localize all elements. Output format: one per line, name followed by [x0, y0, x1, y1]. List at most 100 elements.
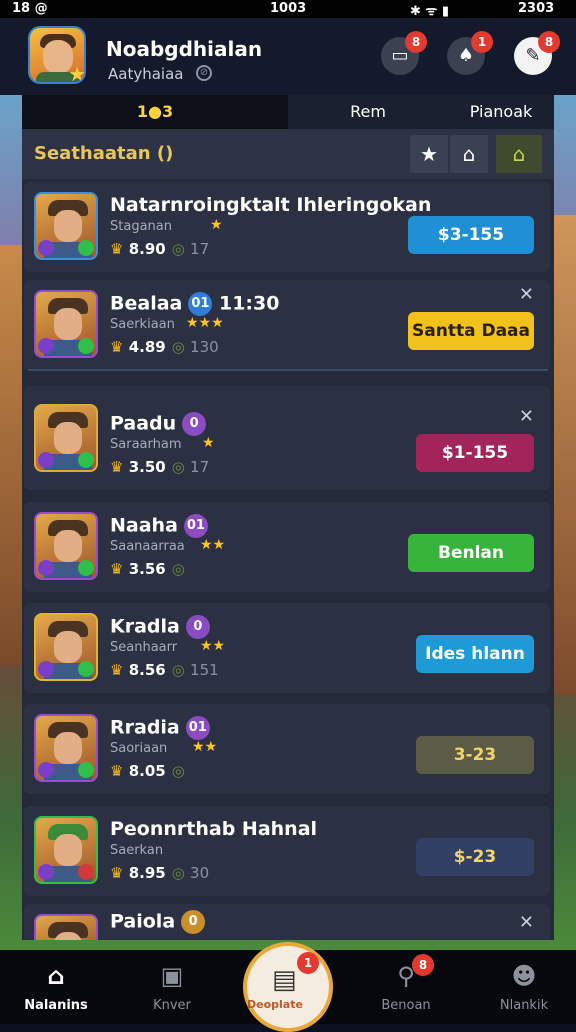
- gem-icon: [78, 661, 94, 677]
- status-icons: ✱ ᯤ ▮: [410, 4, 449, 19]
- chest-badge: 1: [297, 952, 319, 974]
- item-count: 17: [190, 240, 210, 258]
- close-icon[interactable]: ✕: [519, 406, 534, 427]
- feather-badge: 8: [538, 31, 560, 53]
- coin-icon: ◎: [171, 240, 185, 258]
- action-button[interactable]: Ides hlann: [416, 635, 534, 673]
- item-subtitle: Saerkan: [110, 843, 164, 858]
- gem-icon: [38, 864, 54, 880]
- item-count: 130: [190, 338, 219, 356]
- list-item[interactable]: Paadu 0 Saraarham ★ ♛ 3.50 ◎ 17 ✕ $1-155: [24, 386, 550, 490]
- list-panel: Seathaatan () ★ ⌂ ⌂ Natarnroingktalt Ihl…: [22, 129, 554, 940]
- tab-bar: 1●3 Rem Pianoak: [22, 95, 554, 129]
- item-stats: ♛ 8.05 ◎: [110, 762, 185, 780]
- nav-label: Nlankik: [499, 998, 549, 1013]
- list-item[interactable]: Peonnrthab Hahnal Saerkan ♛ 8.95 ◎ 30 $-2…: [24, 806, 550, 896]
- filter-home-button[interactable]: ⌂: [450, 135, 488, 173]
- action-button[interactable]: $-23: [416, 838, 534, 876]
- list-item[interactable]: Naaha 01 Saanaarraa ★★ ♛ 3.56 ◎ Benlan: [24, 502, 550, 592]
- nav-item-home[interactable]: ⌂ Nalanins: [6, 950, 106, 1024]
- item-stats: ♛ 3.56 ◎: [110, 560, 185, 578]
- list-item[interactable]: Natarnroingktalt Ihleringokan Staganan ★…: [24, 182, 550, 272]
- portrait-face: [54, 631, 82, 663]
- item-name: Paiola: [110, 910, 176, 933]
- action-button[interactable]: Benlan: [408, 534, 534, 572]
- crown-icon: ♛: [110, 338, 124, 356]
- gem-icon: [78, 452, 94, 468]
- list-item[interactable]: Bealaa 01 11:30 Saerkiaan ★★★ ♛ 4.89 ◎ 130…: [24, 280, 550, 370]
- item-score: 3.56: [128, 560, 166, 578]
- coin-icon: ◎: [171, 661, 185, 679]
- character-portrait: [34, 914, 98, 940]
- item-stats: ♛ 4.89 ◎ 130: [110, 338, 219, 356]
- list-item[interactable]: Kradla 0 Seanhaarr ★★ ♛ 8.56 ◎ 151 Ides hl…: [24, 603, 550, 693]
- close-icon[interactable]: ✕: [519, 284, 534, 305]
- gem-icon: [78, 338, 94, 354]
- filter-house-button[interactable]: ⌂: [496, 135, 542, 173]
- portrait-face: [54, 834, 82, 866]
- item-subtitle: Saoriaan: [110, 741, 168, 756]
- filter-star-button[interactable]: ★: [410, 135, 448, 173]
- action-button[interactable]: $1-155: [416, 434, 534, 472]
- portrait-face: [54, 308, 82, 340]
- item-name-line: Kradla 0: [110, 615, 210, 639]
- item-name-line: Rradia 01: [110, 716, 210, 740]
- item-time: 11:30: [218, 292, 280, 315]
- tab-pianoak[interactable]: Pianoak: [448, 95, 554, 129]
- list-item[interactable]: Paiola 0 ✕: [24, 904, 550, 940]
- house-icon: ⌂: [512, 142, 526, 166]
- item-count: 30: [190, 864, 210, 882]
- level-badge: 01: [185, 716, 210, 740]
- portrait-face: [54, 422, 82, 454]
- item-subtitle: Seanhaarr: [110, 640, 178, 655]
- feather-button[interactable]: ✎ 8: [514, 31, 560, 75]
- star-rating: ★★: [192, 739, 218, 755]
- status-right: 2303: [518, 1, 555, 16]
- panel-title: Seathaatan (): [34, 143, 174, 164]
- level-badge: 01: [183, 514, 208, 538]
- search-badge: 8: [412, 954, 434, 976]
- nav-item-store[interactable]: ▣ Knver: [122, 950, 222, 1024]
- nav-label: Benoan: [381, 998, 431, 1013]
- portrait-face: [54, 530, 82, 562]
- bottom-nav: ⌂ Nalanins ▣ Knver ▤ 1 Deoplate ⚲ 8 Beno…: [0, 942, 576, 1032]
- character-portrait: [34, 512, 98, 580]
- coin-icon: ◎: [171, 338, 185, 356]
- action-button[interactable]: $3-155: [408, 216, 534, 254]
- section-divider: [28, 369, 548, 371]
- star-rating: ★★★: [186, 315, 224, 331]
- gem-icon: [38, 560, 54, 576]
- action-button[interactable]: Santta Daaa: [408, 312, 534, 350]
- player-avatar[interactable]: ★: [28, 26, 86, 84]
- bell-button[interactable]: ♠ 1: [447, 31, 493, 75]
- list-item[interactable]: Rradia 01 Saoriaan ★★ ♛ 8.05 ◎ 3-23: [24, 704, 550, 794]
- item-subtitle: Staganan: [110, 219, 172, 234]
- status-time: 1003: [270, 1, 307, 16]
- item-stats: ♛ 8.56 ◎ 151: [110, 661, 219, 679]
- action-button[interactable]: 3-23: [416, 736, 534, 774]
- inbox-button[interactable]: ▭ 8: [381, 31, 427, 75]
- home-icon: ⌂: [47, 962, 65, 990]
- nav-item-chest[interactable]: ▤ 1 Deoplate: [243, 942, 333, 1032]
- character-portrait: [34, 816, 98, 884]
- close-icon[interactable]: ✕: [519, 912, 534, 933]
- home-icon: ⌂: [462, 142, 476, 166]
- item-score: 8.56: [128, 661, 166, 679]
- nav-item-profile[interactable]: ☻ Nlankik: [474, 950, 574, 1024]
- profile-icon: ☻: [511, 962, 537, 990]
- item-subtitle: Saerkiaan: [110, 317, 175, 332]
- item-name: Naaha: [110, 514, 178, 537]
- tab-rem[interactable]: Rem: [288, 95, 448, 129]
- item-name: Paadu: [110, 412, 177, 435]
- item-name-line: Bealaa 01 11:30: [110, 292, 279, 316]
- crown-icon: ♛: [110, 864, 124, 882]
- star-rating: ★: [210, 217, 223, 233]
- bell-icon: ♠: [457, 45, 475, 66]
- item-name-line: Naaha 01: [110, 514, 208, 538]
- nav-item-search[interactable]: ⚲ 8 Benoan: [356, 950, 456, 1024]
- star-icon: ★: [420, 142, 438, 166]
- item-count: 151: [190, 661, 219, 679]
- coin-icon: ◎: [171, 560, 185, 578]
- crown-icon: ♛: [110, 458, 124, 476]
- tab-first[interactable]: 1●3: [22, 95, 288, 129]
